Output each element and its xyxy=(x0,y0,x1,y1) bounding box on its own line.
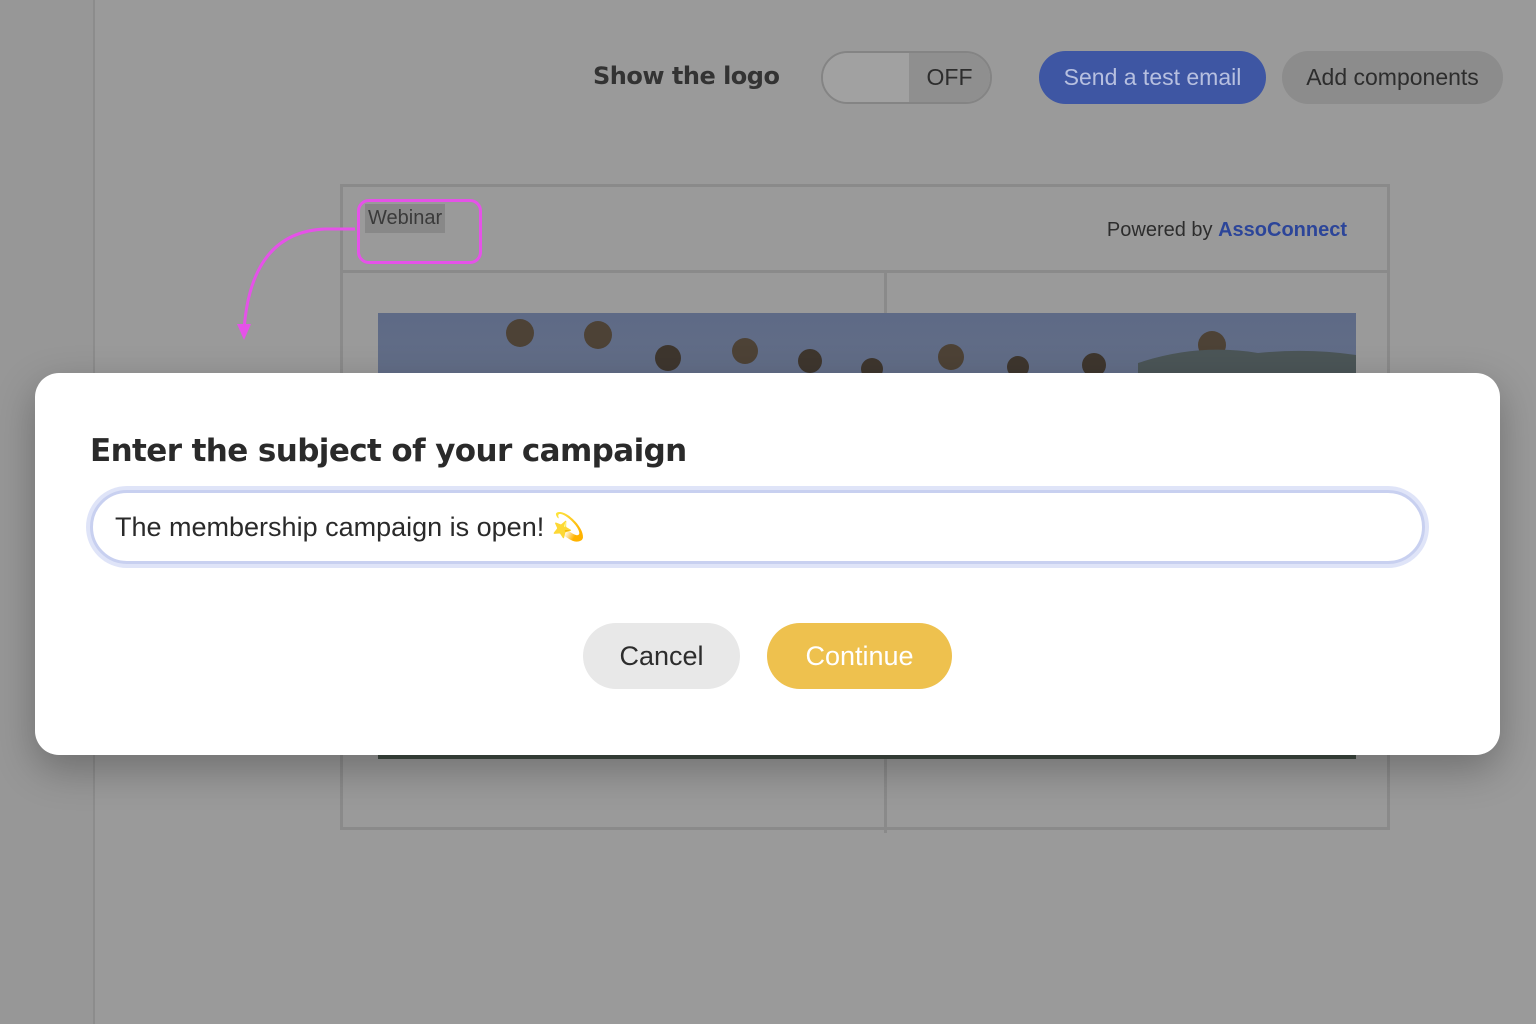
toggle-state-text: OFF xyxy=(909,53,990,102)
subject-input[interactable] xyxy=(90,490,1425,564)
modal-title: Enter the subject of your campaign xyxy=(90,433,687,469)
cancel-button[interactable]: Cancel xyxy=(583,623,740,689)
toggle-knob xyxy=(823,53,909,102)
webinar-tag[interactable]: Webinar xyxy=(365,204,446,233)
powered-by: Powered by AssoConnect xyxy=(1107,219,1347,242)
show-logo-label: Show the logo xyxy=(593,62,780,90)
logo-toggle[interactable]: OFF xyxy=(821,51,992,104)
add-components-button[interactable]: Add components xyxy=(1282,51,1503,104)
email-header: Webinar Powered by AssoConnect xyxy=(343,187,1387,273)
powered-by-brand[interactable]: AssoConnect xyxy=(1218,219,1347,241)
powered-by-prefix: Powered by xyxy=(1106,219,1219,241)
send-test-email-button[interactable]: Send a test email xyxy=(1039,51,1266,104)
hero-people-silhouettes xyxy=(506,319,1356,380)
continue-button[interactable]: Continue xyxy=(767,623,952,689)
pointer-arrow-icon xyxy=(237,227,355,340)
subject-modal: Enter the subject of your campaign Cance… xyxy=(35,373,1500,755)
